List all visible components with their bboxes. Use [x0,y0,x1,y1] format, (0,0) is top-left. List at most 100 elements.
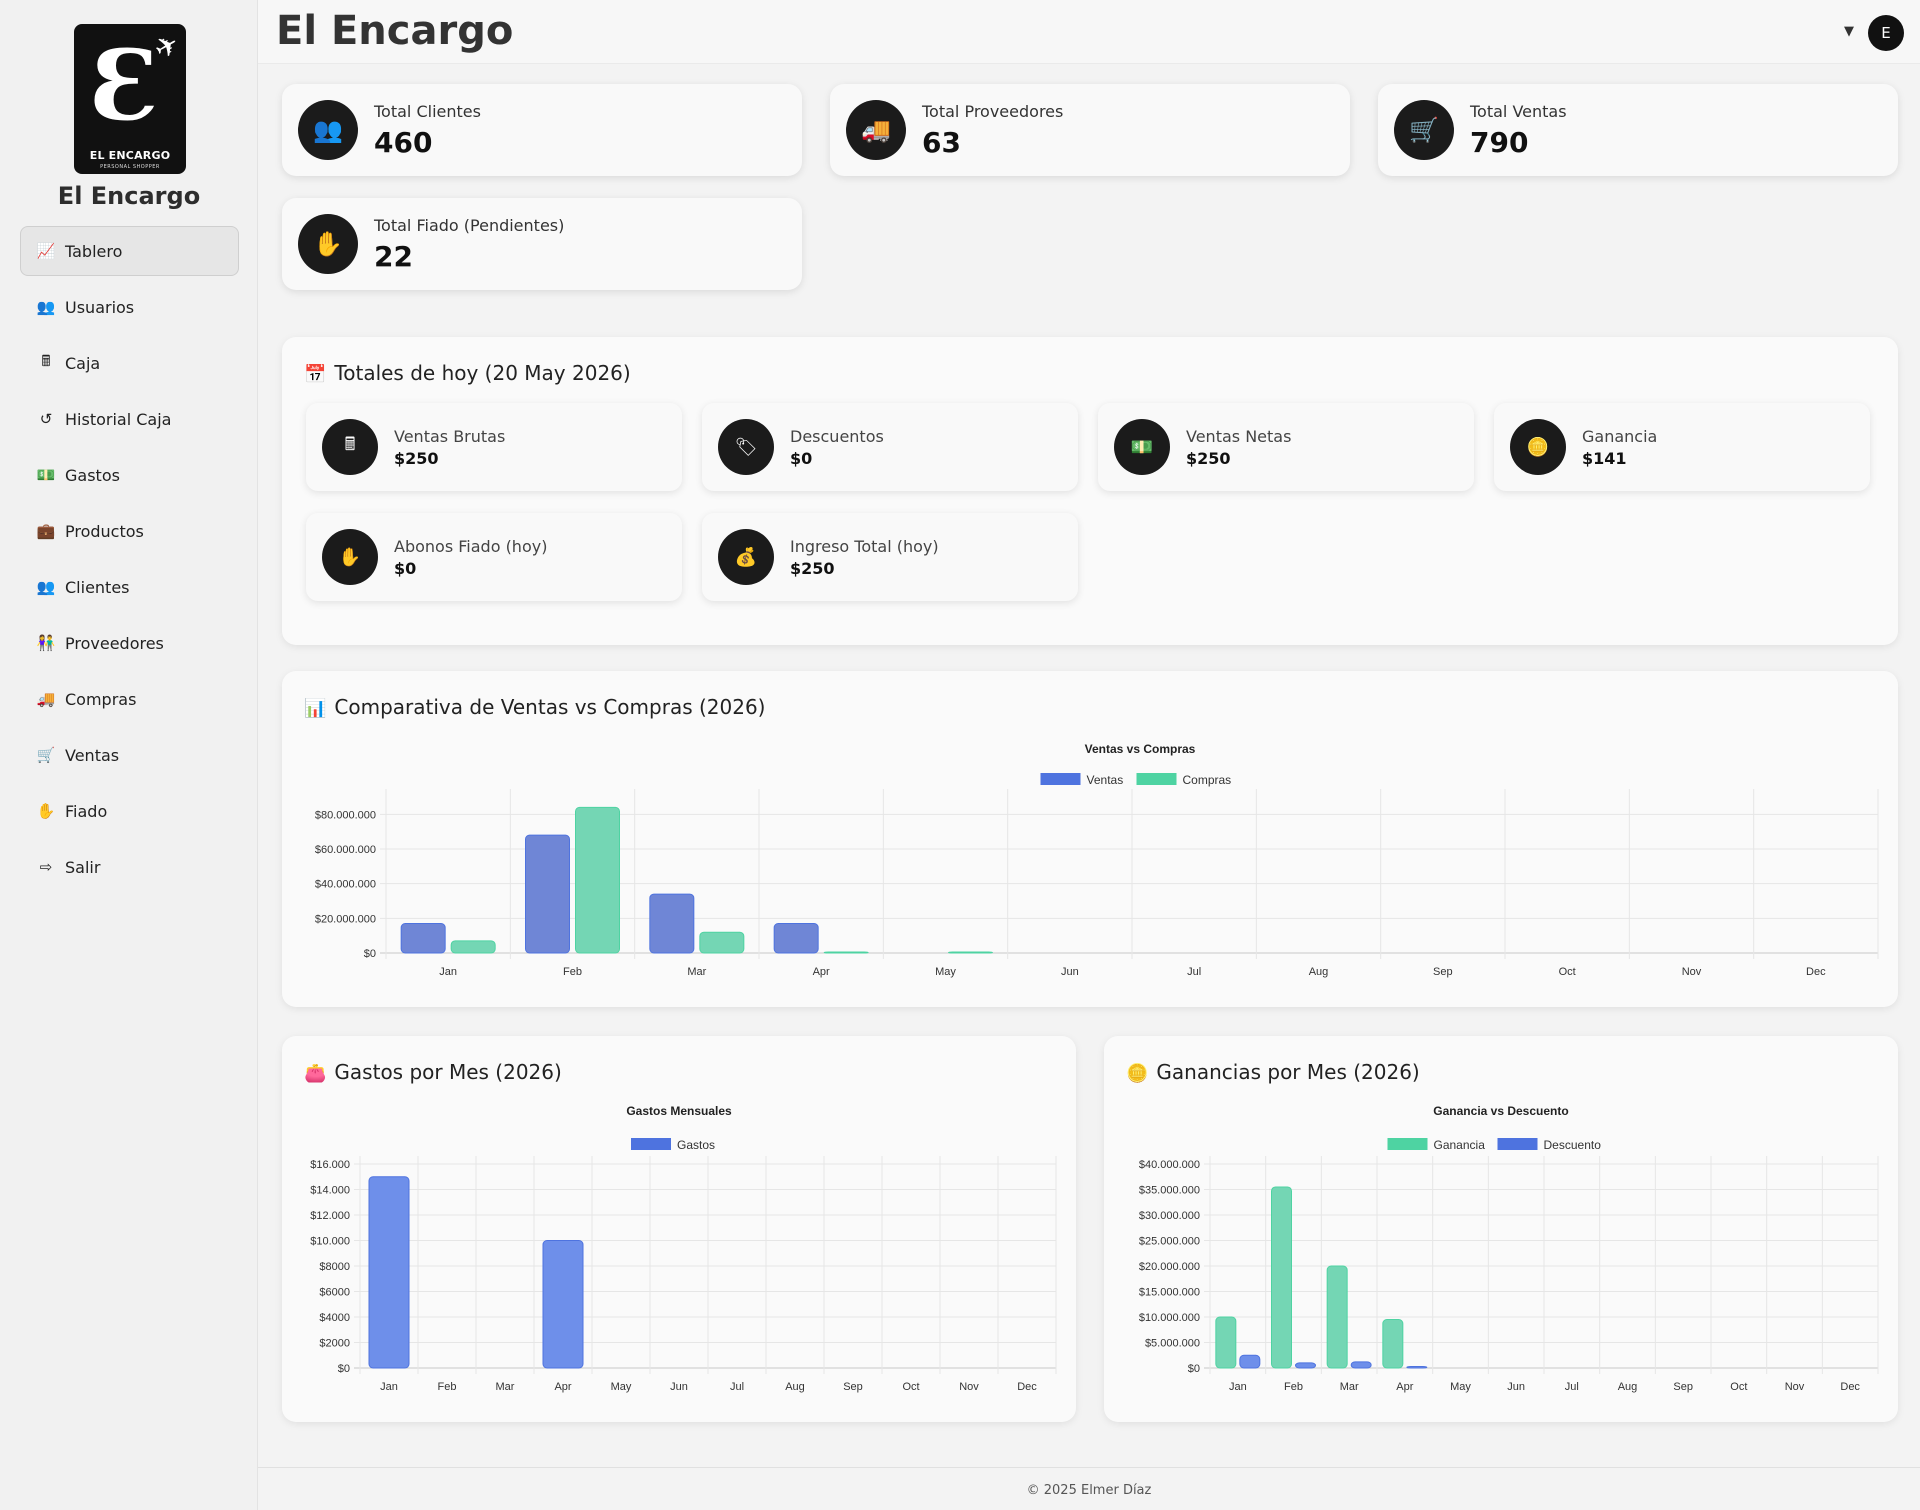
y-tick-label: $20.000.000 [315,913,376,925]
today-title: 📅 Totales de hoy (20 May 2026) [304,361,631,385]
x-tick-label: Mar [1340,1381,1359,1393]
y-tick-label: $8000 [319,1261,350,1273]
x-tick-label: Mar [687,966,706,978]
bar-compras [823,951,869,954]
user-avatar[interactable]: E [1868,15,1904,51]
sidebar-item-usuarios[interactable]: 👥 Usuarios [20,282,239,332]
x-tick-label: May [1450,1381,1471,1393]
x-tick-label: Apr [813,966,830,978]
bar-compras [450,940,496,954]
stat-card-proveedores: 🚚 Total Proveedores 63 [830,84,1350,176]
stat-value: 460 [374,126,433,159]
legend-label: Descuento [1544,1138,1602,1152]
y-tick-label: $4000 [319,1312,350,1324]
sidebar-nav: 📈 Tablero 👥 Usuarios 🖩 Caja ↺ Historial Caja… [20,226,239,898]
bar-ventas [649,893,695,954]
sidebar-item-label: Usuarios [65,297,135,317]
hand-holding-dollar-icon: ✋ [36,802,56,820]
x-tick-label: Jun [1507,1381,1525,1393]
bar-ventas [773,923,819,954]
sidebar-item-proveedores[interactable]: 👫 Proveedores [20,618,239,668]
stat-card-clientes: 👥 Total Clientes 460 [282,84,802,176]
sidebar-item-label: Clientes [65,577,130,597]
y-tick-label: $60.000.000 [315,844,376,856]
stat-value: 790 [1470,126,1529,159]
x-tick-label: Nov [1682,966,1702,978]
x-tick-label: Jul [1565,1381,1579,1393]
mini-label: Ventas Brutas [394,427,506,446]
x-tick-label: Feb [563,966,582,978]
bar-ganancia [1271,1186,1292,1369]
money-bag-icon: 💰 [718,529,774,585]
legend-swatch [1497,1138,1538,1150]
legend-label: Gastos [677,1138,715,1152]
sidebar-item-ventas[interactable]: 🛒 Ventas [20,730,239,780]
cash-register-icon: 🖩 [322,419,378,475]
mini-label: Abonos Fiado (hoy) [394,537,548,556]
sidebar-item-clientes[interactable]: 👥 Clientes [20,562,239,612]
x-tick-label: Apr [554,1381,571,1393]
x-tick-label: Jul [730,1381,744,1393]
comparativa-panel: 📊 Comparativa de Ventas vs Compras (2026)… [282,671,1898,1007]
sidebar-item-productos[interactable]: 💼 Productos [20,506,239,556]
y-tick-label: $10.000 [310,1236,350,1248]
x-tick-label: Feb [1284,1381,1303,1393]
hand-holding-dollar-icon: ✋ [298,214,358,274]
today-card-ganancia: 🪙 Ganancia $141 [1494,403,1870,491]
sidebar-item-label: Caja [65,353,101,373]
mini-value: $250 [790,559,835,578]
x-tick-label: Oct [1559,966,1576,978]
sidebar-item-gastos[interactable]: 💵 Gastos [20,450,239,500]
sidebar-item-label: Historial Caja [65,409,172,429]
stat-card-fiado: ✋ Total Fiado (Pendientes) 22 [282,198,802,290]
legend-swatch [1040,773,1081,785]
money-bill-icon: 💵 [36,466,56,484]
ganancias-panel: 🪙 Ganancias por Mes (2026) Ganancia vs De… [1104,1036,1898,1422]
chart-title: Gastos Mensuales [626,1104,732,1118]
coins-icon: 🪙 [1510,419,1566,475]
x-tick-label: Mar [496,1381,515,1393]
mini-value: $0 [394,559,417,578]
sidebar-item-salir[interactable]: ⇨ Salir [20,842,239,892]
sidebar-item-tablero[interactable]: 📈 Tablero [20,226,239,276]
x-tick-label: Aug [1309,966,1329,978]
legend-swatch [631,1138,671,1150]
sidebar-item-label: Tablero [65,241,123,261]
x-tick-label: Nov [959,1381,979,1393]
page-title: El Encargo [276,8,514,54]
chart-title: Ventas vs Compras [1085,742,1196,756]
today-panel: 📅 Totales de hoy (20 May 2026) 🖩 Ventas B… [282,337,1898,645]
sidebar-item-caja[interactable]: 🖩 Caja [20,338,239,388]
y-tick-label: $40.000.000 [1139,1159,1200,1171]
bar-descuento [1295,1362,1316,1369]
y-tick-label: $20.000.000 [1139,1261,1200,1273]
y-tick-label: $0 [1188,1363,1200,1375]
money-bill-icon: 💵 [1114,419,1170,475]
x-tick-label: Jan [439,966,457,978]
y-tick-label: $15.000.000 [1139,1287,1200,1299]
logo-text: EL ENCARGO [89,149,171,162]
x-tick-label: May [935,966,956,978]
legend-label: Ventas [1087,773,1124,787]
x-tick-label: Sep [843,1381,863,1393]
stat-label: Total Proveedores [922,102,1064,121]
sidebar-item-fiado[interactable]: ✋ Fiado [20,786,239,836]
y-tick-label: $40.000.000 [315,879,376,891]
sidebar-item-historial-caja[interactable]: ↺ Historial Caja [20,394,239,444]
x-tick-label: Dec [1840,1381,1860,1393]
stat-value: 22 [374,240,413,273]
bar-compras [699,931,745,954]
y-tick-label: $80.000.000 [315,809,376,821]
chart-title: Ganancia vs Descuento [1433,1104,1568,1118]
bar-ventas [525,834,570,954]
bar-ventas [400,923,446,954]
mini-label: Descuentos [790,427,884,446]
x-tick-label: Dec [1017,1381,1037,1393]
users-icon: 👥 [36,578,56,596]
bar-ganancia [1326,1265,1348,1369]
x-tick-label: Oct [1730,1381,1747,1393]
app-name: El Encargo [57,182,201,210]
caret-down-icon[interactable]: ▼ [1844,24,1854,39]
sidebar-item-compras[interactable]: 🚚 Compras [20,674,239,724]
cart-icon: 🛒 [36,746,56,764]
